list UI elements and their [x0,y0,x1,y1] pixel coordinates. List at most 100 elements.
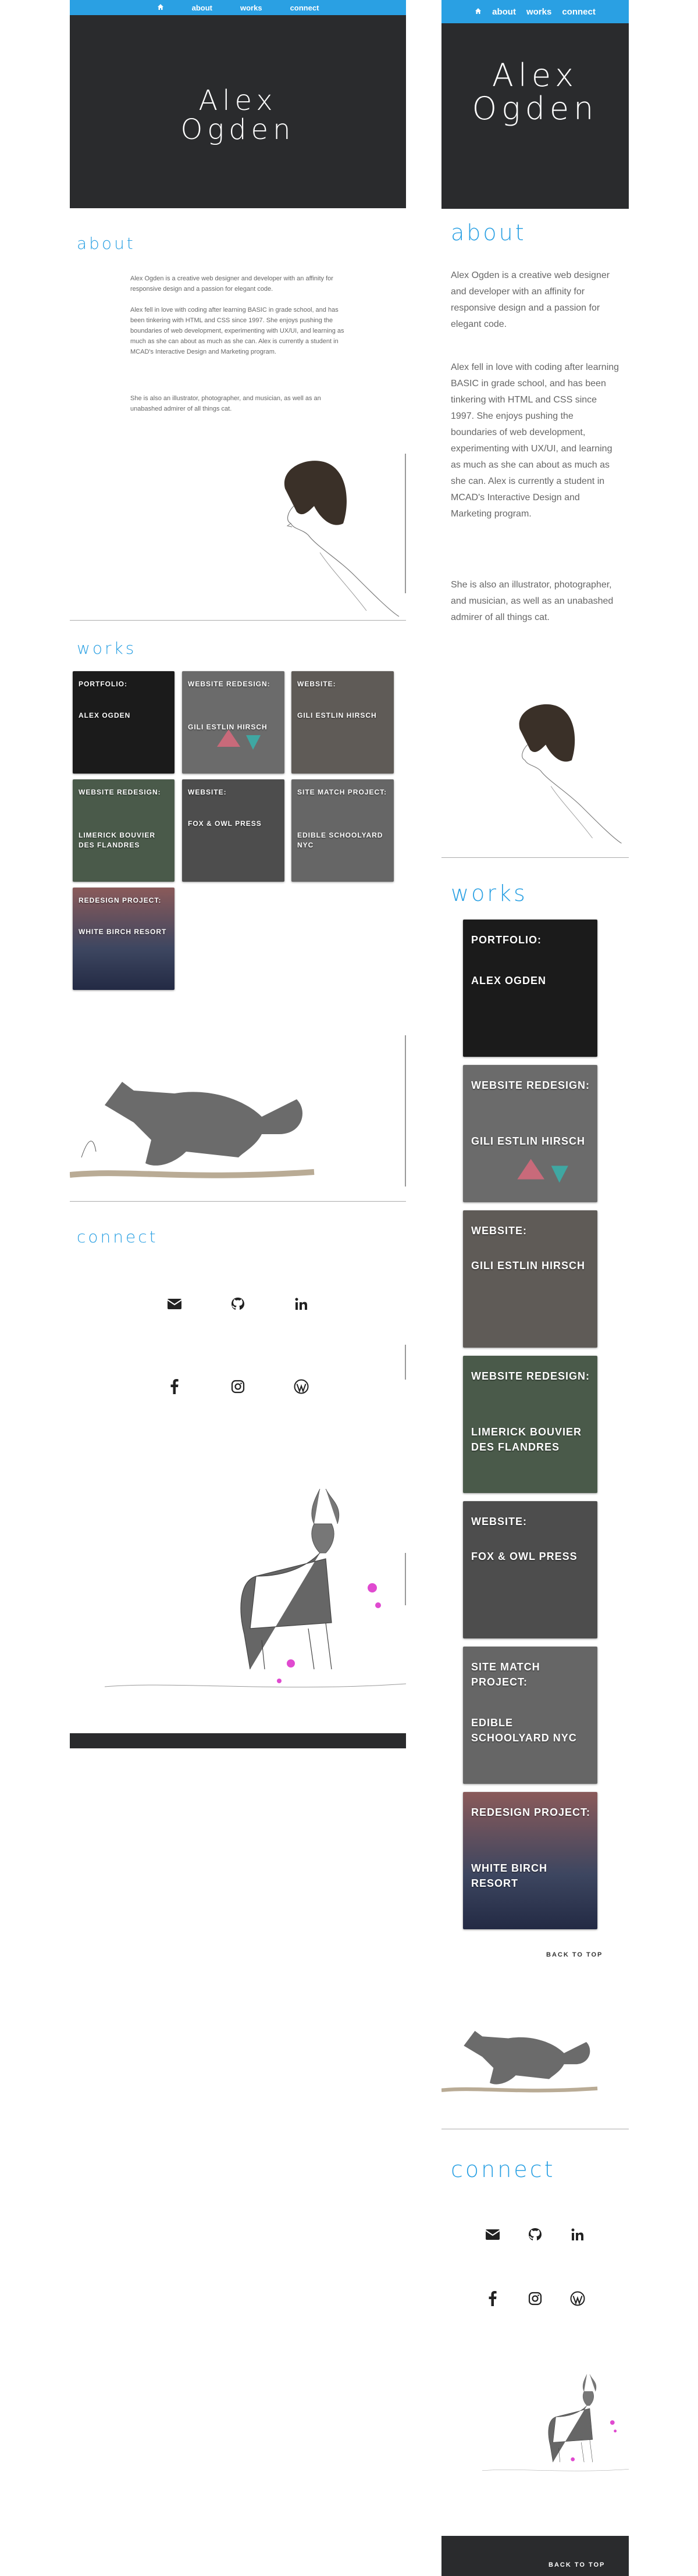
back-to-top-link[interactable]: BACK TO TOP [549,2561,605,2568]
instagram-icon [528,2292,542,2306]
home-icon [475,8,482,14]
portrait-illustration [284,461,400,617]
fox-illustration [70,1082,315,1178]
about-paragraph-3: She is also an illustrator, photographer… [451,580,614,622]
hero-banner: Alex Ogden [441,23,629,209]
envelope-icon [167,1299,182,1309]
connect-title: connect [451,2157,555,2182]
facebook-link[interactable] [163,1375,186,1398]
portrait-illustration [519,704,622,843]
work-tile-white-birch[interactable]: Redesign Project: White Birch Resort [73,888,174,990]
deer-illustration [105,1488,406,1688]
work-tile-white-birch[interactable]: Redesign Project: White Birch Resort [463,1792,597,1929]
tile-label-name: Gili Estlin Hirsch [297,711,377,719]
about-paragraph-2: Alex fell in love with coding after lear… [130,307,344,355]
tile-label-type: Portfolio: [79,680,127,688]
work-tile-gili-redesign[interactable]: Website Redesign: Gili Estlin Hirsch [463,1065,597,1202]
footer-bar [70,1733,406,1748]
tile-label-name: Alex Ogden [471,975,547,986]
nav-works[interactable]: works [240,3,262,12]
linkedin-link[interactable] [290,1292,313,1316]
about-title: about [451,220,526,245]
nav-home[interactable] [157,3,164,12]
tile-label-type: Website Redesign: [471,1079,590,1091]
tile-label-type: Website: [471,1225,527,1237]
tile-label-name: White Birch Resort [471,1862,547,1889]
email-link[interactable] [163,1292,186,1316]
work-tile-limerick[interactable]: Website Redesign: Limerick Bouvier des F… [73,779,174,882]
email-link[interactable] [481,2223,504,2246]
hero-last-name: Ogden [472,90,599,127]
tile-label-type: Website Redesign: [471,1370,590,1382]
section-divider [70,1201,406,1202]
tile-label-type: Website Redesign: [188,680,270,688]
github-icon [529,2228,542,2240]
instagram-link[interactable] [524,2287,547,2310]
nav-works[interactable]: works [526,7,551,17]
about-paragraph-2: Alex fell in love with coding after lear… [451,362,619,519]
home-icon [157,3,163,10]
work-tile-edible[interactable]: Site Match Project: Edible Schoolyard NY… [463,1647,597,1784]
hero-name: Alex Ogden [441,59,629,125]
connect-title: connect [77,1227,158,1246]
work-tile-gili-redesign[interactable]: Website Redesign: Gili Estlin Hirsch [182,671,284,774]
about-paragraph-3: She is also an illustrator, photographer… [130,395,321,412]
side-marker [405,1345,406,1380]
deer-illustration [482,2374,629,2471]
work-tile-fox-owl[interactable]: Website: Fox & Owl Press [463,1501,597,1638]
hero-first-name: Alex [492,57,579,94]
tile-label-name: Gili Estlin Hirsch [188,723,268,731]
github-link[interactable] [226,1292,250,1316]
wordpress-link[interactable] [290,1375,313,1398]
work-tile-limerick[interactable]: Website Redesign: Limerick Bouvier des F… [463,1356,597,1493]
nav-about[interactable]: about [492,7,516,17]
work-tile-gili-website[interactable]: Website: Gili Estlin Hirsch [463,1210,597,1348]
work-tile-portfolio[interactable]: Portfolio: Alex Ogden [463,920,597,1057]
nav-home[interactable] [475,7,482,17]
facebook-link[interactable] [481,2287,504,2310]
work-tile-portfolio[interactable]: Portfolio: Alex Ogden [73,671,174,774]
facebook-icon [489,2291,497,2306]
nav-bar: about works connect [70,0,406,15]
github-link[interactable] [524,2223,547,2246]
tile-label-type: Website: [188,788,227,796]
hero-last-name: Ogden [180,113,295,147]
facebook-icon [170,1379,179,1394]
tile-label-type: Website: [297,680,336,688]
tile-label-type: Redesign Project: [79,896,162,904]
nav-connect[interactable]: connect [562,7,596,17]
tile-label-name: Fox & Owl Press [471,1551,578,1562]
tile-label-name: White Birch Resort [79,928,167,936]
mobile-view: about works connect Alex Ogden about Ale… [441,0,629,2576]
wordpress-icon [570,2291,585,2306]
hero-name: Alex Ogden [70,86,406,145]
footer-bar: BACK TO TOP [441,2536,629,2576]
about-paragraph-1: Alex Ogden is a creative web designer an… [451,270,610,329]
nav-about[interactable]: about [192,3,212,12]
wordpress-link[interactable] [566,2287,589,2310]
about-paragraph-1: Alex Ogden is a creative web designer an… [130,275,333,293]
work-tile-gili-website[interactable]: Website: Gili Estlin Hirsch [291,671,394,774]
section-divider [70,620,406,621]
nav-connect[interactable]: connect [290,3,319,12]
work-tile-fox-owl[interactable]: Website: Fox & Owl Press [182,779,284,882]
works-title: works [451,881,528,906]
hero-banner: Alex Ogden [70,15,406,208]
wordpress-icon [294,1379,309,1394]
fox-illustration [441,2030,598,2093]
tile-label-type: Website: [471,1516,527,1527]
linkedin-icon [571,2228,583,2240]
section-divider [441,857,629,858]
tile-label-name: Gili Estlin Hirsch [471,1135,586,1147]
instagram-link[interactable] [226,1375,250,1398]
tile-label-name: Edible Schoolyard NYC [471,1717,577,1744]
work-tile-edible[interactable]: Site Match Project: Edible Schoolyard NY… [291,779,394,882]
github-icon [232,1298,244,1310]
tile-label-type: Website Redesign: [79,788,161,796]
instagram-icon [231,1380,245,1394]
linkedin-link[interactable] [566,2223,589,2246]
tile-label-type: Site Match Project: [471,1661,540,1688]
tile-art [517,1159,568,1183]
back-to-top-link[interactable]: BACK TO TOP [546,1951,603,1958]
about-title: about [77,234,136,253]
